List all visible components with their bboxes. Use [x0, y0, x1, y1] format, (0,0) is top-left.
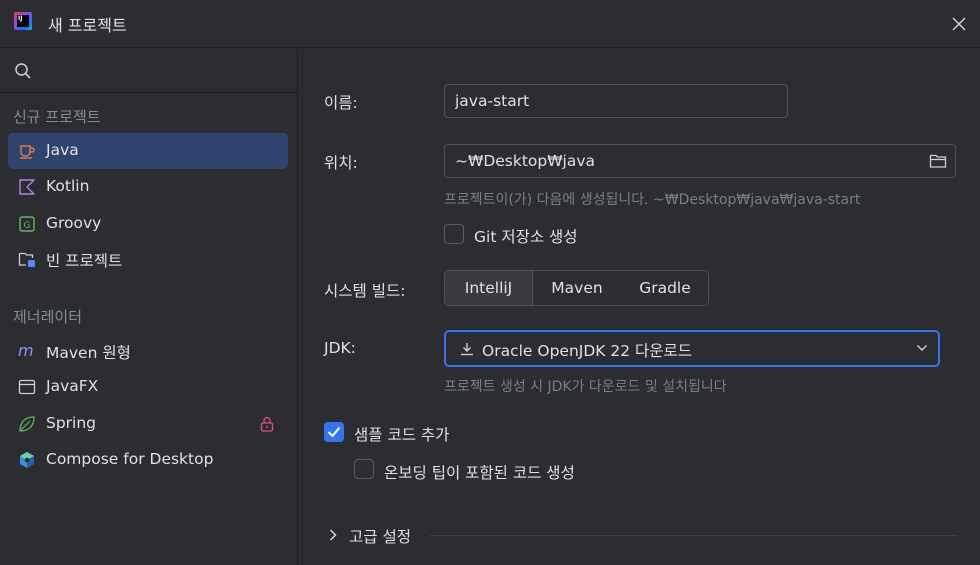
java-cup-icon: [20, 145, 35, 159]
sidebar-item-javafx[interactable]: JavaFX: [8, 369, 288, 405]
title-bar: IJ 새 프로젝트: [0, 0, 980, 48]
project-type-sidebar: 신규 프로젝트 Java Kotlin G Groovy 빈 프로젝트 제너레이…: [0, 49, 298, 565]
close-button[interactable]: [944, 9, 974, 39]
checkmark-icon: [327, 426, 341, 438]
jdk-selected-value: Oracle OpenJDK 22 다운로드: [482, 342, 693, 360]
name-label: 이름:: [324, 94, 358, 112]
sample-code-label: 샘플 코드 추가: [354, 426, 450, 444]
build-option-gradle[interactable]: Gradle: [621, 271, 709, 305]
lock-icon: [260, 416, 274, 432]
sidebar-item-compose-desktop[interactable]: Compose for Desktop: [8, 442, 288, 478]
search-icon: [15, 63, 31, 79]
section-header-new-project: 신규 프로젝트: [13, 108, 101, 126]
sidebar-item-label: JavaFX: [46, 377, 99, 395]
jdk-dropdown[interactable]: Oracle OpenJDK 22 다운로드: [444, 330, 940, 367]
build-option-maven[interactable]: Maven: [533, 271, 621, 305]
build-option-intellij[interactable]: IntelliJ: [445, 271, 533, 305]
jdk-label: JDK:: [324, 339, 356, 357]
sidebar-item-groovy[interactable]: G Groovy: [8, 206, 288, 242]
advanced-settings-label: 고급 설정: [349, 528, 411, 546]
jdk-hint: 프로젝트 생성 시 JDK가 다운로드 및 설치됩니다: [444, 379, 727, 395]
sidebar-item-label: Spring: [46, 414, 97, 432]
location-input[interactable]: [455, 151, 914, 171]
sidebar-search[interactable]: [0, 49, 298, 93]
name-field[interactable]: [444, 84, 788, 118]
sidebar-item-label: Groovy: [46, 214, 102, 232]
sample-code-checkbox[interactable]: [324, 422, 344, 442]
build-system-label: 시스템 빌드:: [324, 282, 406, 300]
spring-leaf-icon: [19, 416, 35, 432]
onboarding-tips-label: 온보딩 팁이 포함된 코드 생성: [384, 464, 575, 482]
project-settings-form: 이름: 위치: 프로젝트이(가) 다음에 생성됩니다. ~₩Desktop₩ja…: [299, 49, 980, 565]
location-field[interactable]: [444, 144, 956, 178]
chevron-right-icon: [329, 529, 337, 541]
close-icon: [952, 17, 966, 31]
sidebar-item-label: 빈 프로젝트: [46, 252, 123, 270]
git-repo-checkbox[interactable]: [444, 224, 464, 244]
sidebar-item-maven-archetype[interactable]: m Maven 원형: [8, 333, 288, 369]
maven-icon: m: [18, 342, 34, 360]
chevron-down-icon: [916, 344, 928, 352]
kotlin-icon: [19, 179, 35, 195]
git-repo-label: Git 저장소 생성: [474, 228, 578, 246]
location-label: 위치:: [324, 154, 358, 172]
onboarding-tips-checkbox[interactable]: [354, 459, 374, 479]
svg-text:m: m: [18, 342, 34, 360]
sidebar-item-spring[interactable]: Spring: [8, 406, 288, 442]
javafx-window-icon: [18, 379, 36, 395]
groovy-icon: G: [19, 216, 35, 232]
section-header-generators: 제너레이터: [13, 308, 83, 326]
sidebar-item-empty-project[interactable]: 빈 프로젝트: [8, 241, 288, 277]
svg-text:G: G: [24, 221, 31, 231]
window-title: 새 프로젝트: [48, 16, 127, 35]
sidebar-item-label: Maven 원형: [46, 344, 131, 362]
sidebar-item-java[interactable]: Java: [8, 133, 288, 169]
build-system-selector: IntelliJ Maven Gradle: [444, 270, 709, 306]
sidebar-item-label: Compose for Desktop: [46, 450, 214, 468]
sidebar-item-label: Kotlin: [46, 177, 90, 195]
download-icon: [461, 343, 473, 356]
location-hint: 프로젝트이(가) 다음에 생성됩니다. ~₩Desktop₩java₩java-…: [444, 192, 861, 208]
compose-icon: [20, 452, 34, 468]
intellij-logo-icon: IJ: [14, 12, 32, 30]
empty-project-icon: [18, 252, 35, 267]
folder-icon[interactable]: [929, 153, 947, 169]
sidebar-item-label: Java: [46, 141, 79, 159]
sidebar-item-kotlin[interactable]: Kotlin: [8, 169, 288, 205]
divider: [430, 535, 957, 536]
name-input[interactable]: [455, 91, 763, 111]
